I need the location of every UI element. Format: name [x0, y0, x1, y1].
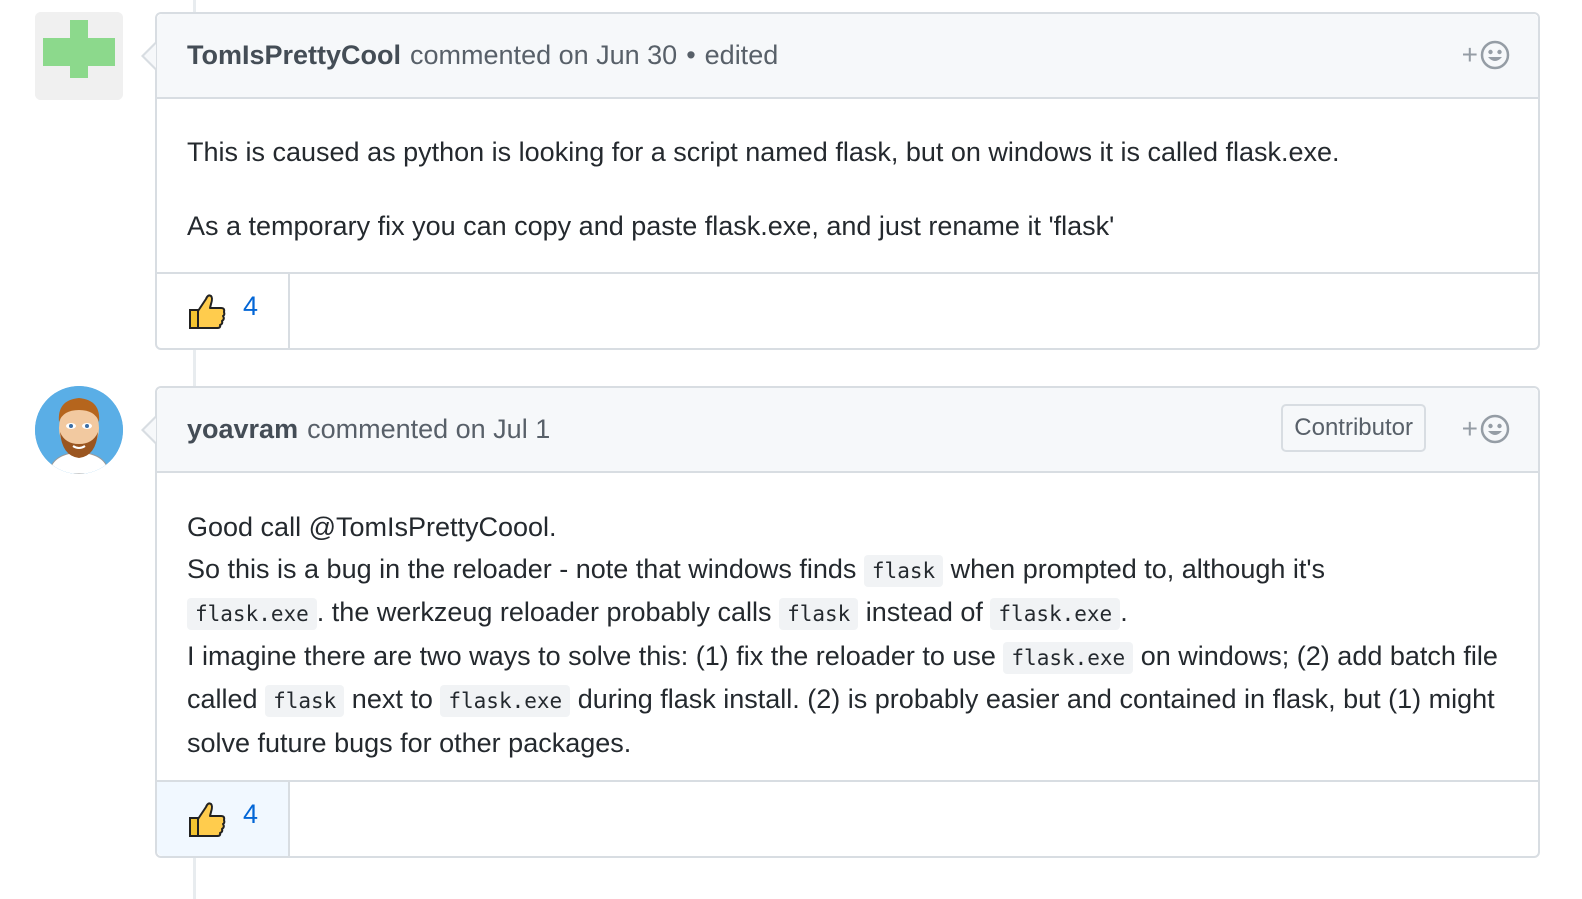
edited-dropdown[interactable]: edited [705, 40, 779, 71]
comment-text: when prompted to, although it's [950, 553, 1326, 584]
comment-paragraph: This is caused as python is looking for … [187, 137, 1340, 167]
inline-code: flask.exe [440, 685, 571, 717]
comment-text: I imagine there are two ways to solve th… [187, 640, 996, 671]
comment-header: yoavram commented on Jul 1 Contributor + [157, 388, 1538, 473]
smiley-icon [1480, 414, 1510, 444]
plus-icon: + [1461, 39, 1478, 70]
comment-body: This is caused as python is looking for … [157, 99, 1538, 281]
comment-paragraph: Good call @TomIsPrettyCoool. So this is … [187, 507, 1508, 764]
inline-code: flask.exe [990, 598, 1121, 630]
comment-header: TomIsPrettyCool commented on Jun 30 • ed… [157, 14, 1538, 99]
thumbs-up-icon [189, 294, 226, 329]
inline-code: flask.exe [1003, 641, 1134, 674]
inline-code: flask [265, 685, 345, 717]
comment-text: instead of [865, 597, 983, 627]
comment-text: . [1120, 597, 1128, 627]
comment-author-link[interactable]: yoavram [187, 414, 298, 445]
reactions-bar: 4 [157, 272, 1538, 348]
comment-card: yoavram commented on Jul 1 Contributor +… [141, 386, 1540, 858]
inline-code: flask [863, 554, 944, 587]
separator-dot: • [686, 40, 696, 70]
thumbs-up-reaction[interactable]: 4 [157, 274, 290, 348]
comment-paragraph: As a temporary fix you can copy and past… [187, 210, 1115, 241]
comment-card: TomIsPrettyCool commented on Jun 30 • ed… [141, 12, 1540, 350]
comment-timestamp[interactable]: commented on Jul 1 [307, 414, 550, 445]
add-reaction-button[interactable]: + [1462, 414, 1510, 444]
reaction-count: 4 [243, 798, 259, 829]
reactions-bar: 4 [157, 780, 1538, 856]
inline-code: flask.exe [187, 598, 317, 630]
timeline-line [193, 858, 196, 899]
comment-text: So this is a bug in the reloader - note … [187, 553, 857, 584]
thumbs-up-reaction[interactable]: 4 [157, 782, 290, 856]
add-reaction-button[interactable]: + [1462, 40, 1510, 70]
comment-text: next to [351, 684, 433, 714]
user-avatar[interactable] [35, 386, 123, 474]
contributor-badge: Contributor [1281, 404, 1426, 452]
inline-code: flask [779, 598, 859, 630]
comment-text: . the werkzeug reloader probably calls [316, 597, 772, 627]
plus-icon: + [1461, 413, 1478, 444]
comment-text: Good call @TomIsPrettyCoool. [187, 512, 557, 542]
thumbs-up-icon [189, 802, 226, 837]
comment-body: Good call @TomIsPrettyCoool. So this is … [157, 473, 1538, 798]
reaction-count: 4 [243, 290, 259, 321]
comment-author-link[interactable]: TomIsPrettyCool [187, 40, 401, 71]
identicon-avatar[interactable] [35, 12, 123, 100]
timeline-line [193, 350, 196, 386]
smiley-icon [1480, 40, 1510, 70]
timeline-line [193, 0, 196, 12]
comment-timestamp[interactable]: commented on Jun 30 [410, 40, 677, 71]
